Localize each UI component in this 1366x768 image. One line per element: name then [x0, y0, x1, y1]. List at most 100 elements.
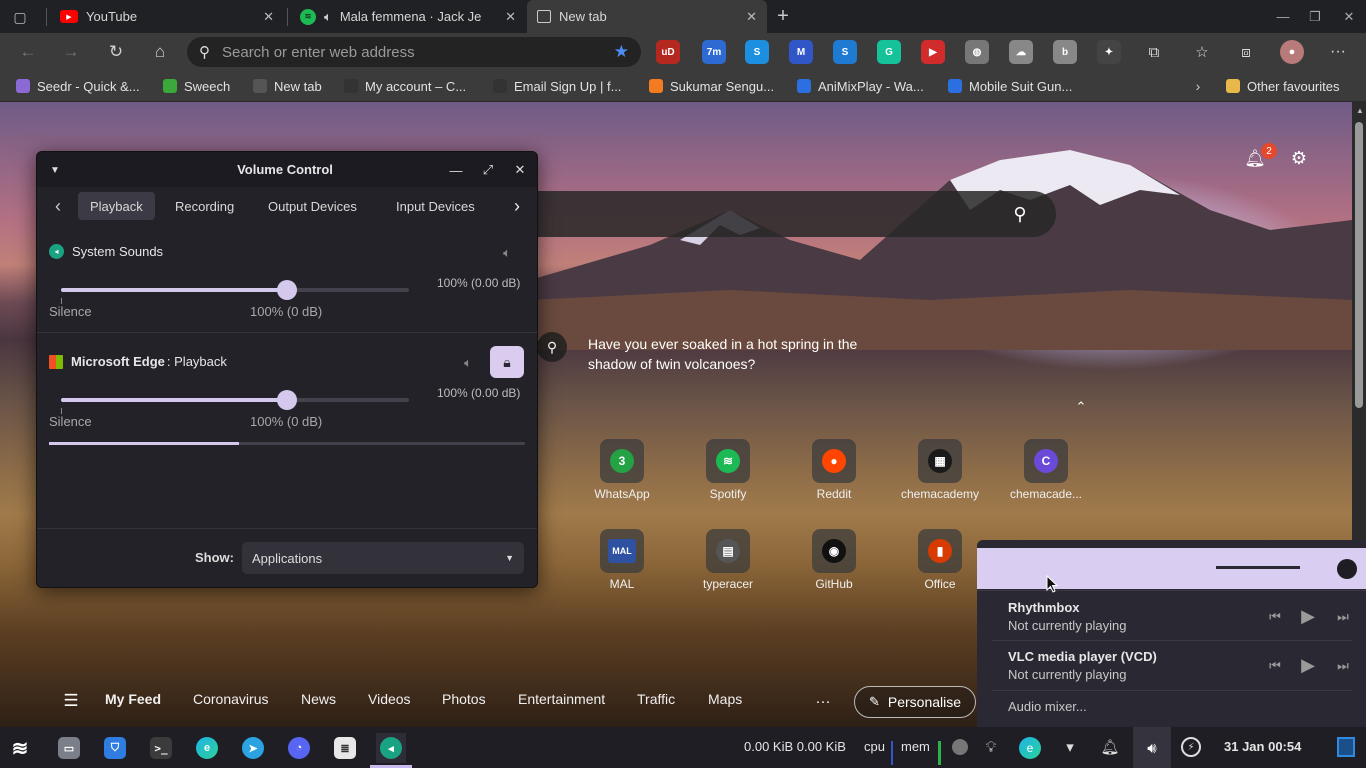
web-search-box[interactable] [536, 191, 1056, 237]
address-bar[interactable]: ⚲ Search or enter web address ★ [187, 37, 641, 67]
feed-tab[interactable]: Coronavirus [193, 691, 268, 707]
globe-icon[interactable]: ◍ [965, 40, 989, 64]
bookmark-item[interactable]: AniMixPlay - Wa... [797, 75, 924, 97]
volume-control-app-icon[interactable]: ◂ [376, 733, 406, 763]
bookmark-item[interactable]: New tab [253, 75, 322, 97]
minimize-icon[interactable]: — [1266, 0, 1300, 33]
next-track-icon[interactable]: ⏭ [1333, 607, 1353, 627]
maximize-icon[interactable]: ⤢ [476, 158, 500, 182]
fact-text[interactable]: Have you ever soaked in a hot spring in … [588, 334, 868, 374]
bookmark-item[interactable]: Email Sign Up | f... [493, 75, 621, 97]
mute-speaker-icon[interactable]: 🔈︎ [459, 354, 477, 372]
feed-tab[interactable]: Photos [442, 691, 486, 707]
bookmark-item[interactable]: Sweech [163, 75, 230, 97]
forward-icon[interactable]: → [56, 37, 86, 67]
feed-tab[interactable]: News [301, 691, 336, 707]
extension-dim-icon[interactable]: ✦ [1097, 40, 1121, 64]
quick-link-tile[interactable]: 3 WhatsApp [577, 439, 667, 501]
close-tab-icon[interactable]: ✕ [746, 9, 757, 25]
settings-gear-icon[interactable]: ⚙ [1288, 147, 1310, 169]
feed-tab[interactable]: Videos [368, 691, 411, 707]
more-feed-icon[interactable]: ··· [812, 690, 834, 712]
terminal-icon[interactable]: >_ [146, 733, 176, 763]
quick-link-tile[interactable]: ▮ Office [895, 529, 985, 591]
tab-new-tab[interactable]: New tab ✕ [527, 0, 767, 33]
favourite-star-icon[interactable]: ★ [614, 42, 629, 62]
volume-slider-track[interactable] [1216, 566, 1300, 569]
tab-youtube[interactable]: ▶ YouTube ✕ [50, 0, 284, 33]
personalise-button[interactable]: ✎ Personalise [854, 686, 976, 718]
extension-cloud-icon[interactable]: ☁ [1009, 40, 1033, 64]
minimize-icon[interactable]: — [444, 158, 468, 182]
wifi-icon[interactable]: ▾ [1060, 737, 1080, 757]
maximize-icon[interactable]: ❐ [1298, 0, 1332, 33]
quick-link-tile[interactable]: ◉ GitHub [789, 529, 879, 591]
speaker-icon[interactable]: 🔈︎ [324, 9, 332, 25]
feed-tab[interactable]: Traffic [637, 691, 675, 707]
quick-link-tile[interactable]: ▤ typeracer [683, 529, 773, 591]
text-editor-icon[interactable]: ≣ [330, 733, 360, 763]
other-favourites[interactable]: Other favourites [1226, 75, 1340, 97]
close-tab-icon[interactable]: ✕ [505, 9, 516, 25]
volume-slider-handle[interactable] [277, 280, 298, 300]
bookmark-item[interactable]: Mobile Suit Gun... [948, 75, 1072, 97]
power-icon[interactable]: ⚡︎ [1181, 737, 1201, 757]
quick-link-tile[interactable]: ● Reddit [789, 439, 879, 501]
refresh-icon[interactable]: ↻ [101, 37, 131, 67]
show-filter-select[interactable]: Applications ▼ [242, 542, 524, 574]
feed-tab[interactable]: My Feed [105, 691, 161, 707]
volume-slider-handle[interactable] [1337, 559, 1357, 579]
quick-link-tile[interactable]: ▦ chemacademy [895, 439, 985, 501]
scroll-up-icon[interactable]: ▲ [1356, 104, 1364, 116]
edge-tray-icon[interactable]: e [1019, 737, 1041, 759]
previous-track-icon[interactable]: ⏮ [1265, 607, 1285, 627]
more-menu-icon[interactable]: ··· [1326, 40, 1350, 64]
next-track-icon[interactable]: ⏭ [1333, 656, 1353, 676]
grammarly-icon[interactable]: G [877, 40, 901, 64]
edge-browser-icon[interactable]: e [192, 733, 222, 763]
files-icon[interactable]: ▭ [54, 733, 84, 763]
search-icon[interactable]: ⚲ [1008, 202, 1032, 226]
favourites-icon[interactable]: ☆ [1190, 40, 1214, 64]
extension-b-icon[interactable]: b [1053, 40, 1077, 64]
extension-s-icon[interactable]: S [745, 40, 769, 64]
volume-slider-handle[interactable] [277, 390, 298, 410]
fact-search-icon[interactable]: ⚲ [537, 332, 567, 362]
quick-link-tile[interactable]: Cchemacade... [1001, 439, 1091, 501]
quick-link-tile[interactable]: ≋ Spotify [683, 439, 773, 501]
new-tab-button[interactable]: + [772, 5, 794, 27]
discord-icon[interactable]: ◔ [284, 733, 314, 763]
mute-speaker-icon[interactable]: 🔈︎ [498, 244, 516, 262]
tabs-left-icon[interactable]: ‹ [49, 195, 67, 217]
close-tab-icon[interactable]: ✕ [263, 9, 274, 25]
chevron-up-icon[interactable]: ⌃ [1072, 398, 1090, 416]
extension-m-icon[interactable]: M [789, 40, 813, 64]
quick-link-tile[interactable]: MAL MAL [577, 529, 667, 591]
bookmark-item[interactable]: My account – C... [344, 75, 466, 97]
play-icon[interactable]: ▶ [1298, 606, 1318, 626]
hamburger-menu-icon[interactable]: ☰ [60, 690, 82, 712]
show-desktop-icon[interactable] [1337, 737, 1355, 757]
close-window-icon[interactable]: ✕ [1332, 0, 1366, 33]
audio-mixer-link[interactable]: Audio mixer... [1008, 699, 1087, 714]
lock-channels-button[interactable]: 🔒︎ [490, 346, 524, 378]
telegram-icon[interactable]: ➤ [238, 733, 268, 763]
tab-playback[interactable]: Playback [78, 192, 155, 220]
collections-icon[interactable]: ⧈ [1234, 40, 1258, 64]
clock[interactable]: 31 Jan 00:54 [1224, 739, 1301, 754]
home-icon[interactable]: ⌂ [145, 37, 175, 67]
profile-avatar[interactable]: ● [1280, 40, 1304, 64]
previous-track-icon[interactable]: ⏮ [1265, 656, 1285, 676]
tray-app-icon[interactable] [952, 739, 968, 755]
scrollbar-thumb[interactable] [1355, 122, 1363, 408]
volume-tray-icon[interactable]: 🔊︎ [1141, 737, 1163, 759]
bookmark-item[interactable]: Seedr - Quick &... [16, 75, 140, 97]
tab-recording[interactable]: Recording [163, 192, 246, 220]
app-launcher-icon[interactable]: ≋ [5, 733, 35, 763]
tab-input-devices[interactable]: Input Devices [384, 192, 487, 220]
7m-extension-icon[interactable]: 7m [702, 40, 726, 64]
feed-tab[interactable]: Maps [708, 691, 742, 707]
tab-spotify[interactable]: ≋ 🔈︎ Mala femmena · Jack Je ✕ [290, 0, 526, 33]
close-icon[interactable]: ✕ [508, 158, 532, 182]
back-icon[interactable]: ← [13, 37, 43, 67]
